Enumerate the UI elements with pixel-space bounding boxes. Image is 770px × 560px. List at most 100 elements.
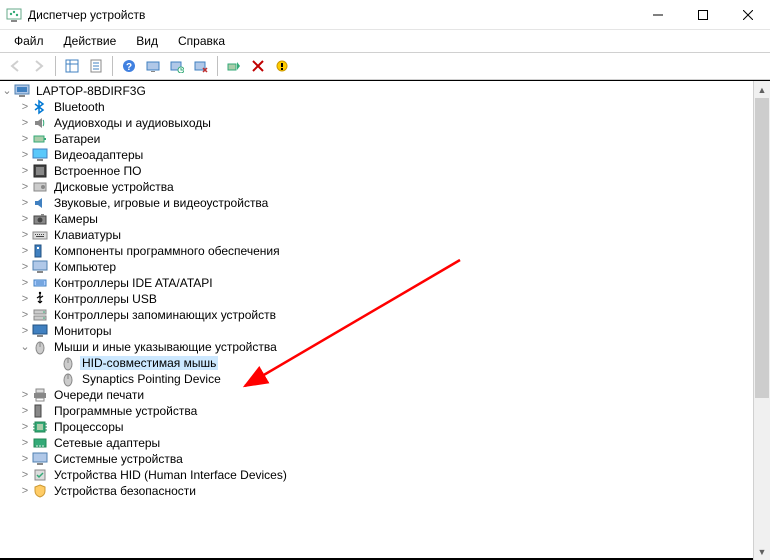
- expander-icon[interactable]: >: [18, 100, 32, 114]
- mouse-icon: [60, 371, 76, 387]
- tree-category-node[interactable]: > Видеоадаптеры: [0, 147, 753, 163]
- tree-category-node[interactable]: > Компьютер: [0, 259, 753, 275]
- cpu-icon: [32, 419, 48, 435]
- tree-category-node[interactable]: > Системные устройства: [0, 451, 753, 467]
- properties-button[interactable]: [85, 55, 107, 77]
- disk-icon: [32, 179, 48, 195]
- menu-help[interactable]: Справка: [168, 32, 235, 50]
- scroll-down-arrow[interactable]: ▼: [754, 543, 770, 560]
- expander-icon[interactable]: >: [18, 132, 32, 146]
- tree-node-label: Контроллеры IDE ATA/ATAPI: [52, 276, 215, 290]
- tree-category-node[interactable]: > Контроллеры USB: [0, 291, 753, 307]
- battery-icon: [32, 131, 48, 147]
- tree-root-node[interactable]: ⌄ LAPTOP-8BDIRF3G: [0, 83, 753, 99]
- expander-icon[interactable]: >: [18, 452, 32, 466]
- disable-device-button[interactable]: [247, 55, 269, 77]
- show-hidden-button[interactable]: [61, 55, 83, 77]
- tree-category-mice[interactable]: ⌄ Мыши и иные указывающие устройства: [0, 339, 753, 355]
- tree-node-label: HID-совместимая мышь: [80, 356, 218, 370]
- expander-icon[interactable]: ⌄: [18, 340, 32, 354]
- pc-icon: [32, 259, 48, 275]
- audio-icon: [32, 115, 48, 131]
- expander-icon[interactable]: >: [18, 228, 32, 242]
- scroll-thumb[interactable]: [755, 98, 769, 398]
- tree-category-node[interactable]: > Устройства безопасности: [0, 483, 753, 499]
- tree-category-node[interactable]: > Программные устройства: [0, 403, 753, 419]
- tree-category-node[interactable]: > Дисковые устройства: [0, 179, 753, 195]
- minimize-button[interactable]: [635, 0, 680, 29]
- tree-category-node[interactable]: > Звуковые, игровые и видеоустройства: [0, 195, 753, 211]
- toolbar: ?: [0, 52, 770, 80]
- menu-view[interactable]: Вид: [126, 32, 168, 50]
- tree-category-node[interactable]: > Bluetooth: [0, 99, 753, 115]
- forward-button[interactable]: [28, 55, 50, 77]
- expander-icon[interactable]: >: [18, 244, 32, 258]
- help-button[interactable]: ?: [118, 55, 140, 77]
- remove-device-button[interactable]: [271, 55, 293, 77]
- expander-icon[interactable]: >: [18, 420, 32, 434]
- expander-icon[interactable]: >: [18, 180, 32, 194]
- tree-node-label: Дисковые устройства: [52, 180, 176, 194]
- tree-category-node[interactable]: > Батареи: [0, 131, 753, 147]
- expander-icon[interactable]: >: [18, 308, 32, 322]
- tree-category-node[interactable]: > Сетевые адаптеры: [0, 435, 753, 451]
- tree-category-node[interactable]: > Процессоры: [0, 419, 753, 435]
- tree-category-node[interactable]: > Контроллеры запоминающих устройств: [0, 307, 753, 323]
- tree-node-label: Контроллеры запоминающих устройств: [52, 308, 278, 322]
- tree-node-label: Встроенное ПО: [52, 164, 143, 178]
- expander-icon[interactable]: >: [18, 116, 32, 130]
- expander-icon[interactable]: >: [18, 164, 32, 178]
- scroll-up-arrow[interactable]: ▲: [754, 81, 770, 98]
- tree-scrollbar[interactable]: ▲ ▼: [753, 81, 770, 560]
- tree-node-label: Видеоадаптеры: [52, 148, 145, 162]
- close-button[interactable]: [725, 0, 770, 29]
- back-button[interactable]: [4, 55, 26, 77]
- bluetooth-icon: [32, 99, 48, 115]
- tree-device-node[interactable]: Synaptics Pointing Device: [0, 371, 753, 387]
- device-tree[interactable]: ⌄ LAPTOP-8BDIRF3G > Bluetooth > Аудиовхо…: [0, 81, 753, 560]
- tree-category-node[interactable]: > Встроенное ПО: [0, 163, 753, 179]
- usb-icon: [32, 291, 48, 307]
- keyboard-icon: [32, 227, 48, 243]
- expander-icon[interactable]: >: [18, 196, 32, 210]
- menu-action[interactable]: Действие: [54, 32, 127, 50]
- computer-icon: [14, 83, 30, 99]
- tree-category-node[interactable]: > Компоненты программного обеспечения: [0, 243, 753, 259]
- expander-icon[interactable]: >: [18, 212, 32, 226]
- tree-node-label: Компьютер: [52, 260, 118, 274]
- expander-icon[interactable]: >: [18, 148, 32, 162]
- maximize-button[interactable]: [680, 0, 725, 29]
- expander-icon[interactable]: >: [18, 276, 32, 290]
- tree-node-label: Устройства безопасности: [52, 484, 198, 498]
- tree-category-node[interactable]: > Очереди печати: [0, 387, 753, 403]
- tree-category-node[interactable]: > Клавиатуры: [0, 227, 753, 243]
- storage-icon: [32, 307, 48, 323]
- expander-icon[interactable]: >: [18, 388, 32, 402]
- tree-device-node[interactable]: HID-совместимая мышь: [0, 355, 753, 371]
- tree-category-node[interactable]: > Контроллеры IDE ATA/ATAPI: [0, 275, 753, 291]
- tree-category-node[interactable]: > Аудиовходы и аудиовыходы: [0, 115, 753, 131]
- tree-category-node[interactable]: > Мониторы: [0, 323, 753, 339]
- expander-icon[interactable]: >: [18, 260, 32, 274]
- softdev-icon: [32, 403, 48, 419]
- tree-node-label: Сетевые адаптеры: [52, 436, 162, 450]
- uninstall-button[interactable]: [190, 55, 212, 77]
- tree-node-label: Клавиатуры: [52, 228, 123, 242]
- tree-node-label: Компоненты программного обеспечения: [52, 244, 282, 258]
- enable-device-button[interactable]: [223, 55, 245, 77]
- printer-icon: [32, 387, 48, 403]
- expander-icon[interactable]: >: [18, 404, 32, 418]
- expander-icon[interactable]: >: [18, 436, 32, 450]
- tree-category-node[interactable]: > Камеры: [0, 211, 753, 227]
- update-driver-button[interactable]: [166, 55, 188, 77]
- system-icon: [32, 451, 48, 467]
- expander-icon[interactable]: >: [18, 292, 32, 306]
- menu-file[interactable]: Файл: [4, 32, 54, 50]
- scan-hardware-button[interactable]: [142, 55, 164, 77]
- expander-icon[interactable]: >: [18, 324, 32, 338]
- expander-icon[interactable]: >: [18, 468, 32, 482]
- expander-icon[interactable]: ⌄: [0, 84, 14, 98]
- expander-icon[interactable]: >: [18, 484, 32, 498]
- tree-category-node[interactable]: > Устройства HID (Human Interface Device…: [0, 467, 753, 483]
- hid-icon: [32, 467, 48, 483]
